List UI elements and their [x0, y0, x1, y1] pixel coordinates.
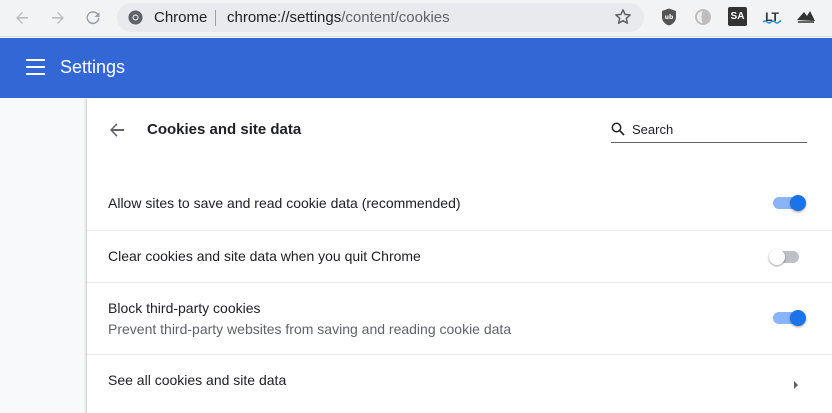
toggle-knob: [790, 310, 806, 326]
browser-toolbar: Chrome chrome://settings/content/cookies…: [0, 0, 832, 37]
header-title: Settings: [60, 57, 126, 77]
omnibox-site-label: Chrome: [154, 9, 208, 26]
chevron-right-icon[interactable]: [792, 377, 800, 395]
clear-on-quit-toggle[interactable]: [769, 249, 803, 265]
setting-row-clear-on-quit[interactable]: Clear cookies and site data when you qui…: [87, 230, 832, 282]
setting-label-see-all-cookies: See all cookies and site data: [108, 372, 287, 388]
search-input[interactable]: [632, 120, 802, 138]
setting-label-block-third-party: Block third-party cookies: [108, 300, 261, 316]
address-bar[interactable]: Chrome chrome://settings/content/cookies: [117, 3, 644, 32]
ublock-icon[interactable]: ub: [659, 7, 679, 27]
shark-extension-icon[interactable]: [796, 7, 816, 27]
omnibox-url: chrome://settings/content/cookies: [227, 9, 450, 26]
toggle-knob: [769, 249, 785, 265]
omnibox-separator: [215, 10, 216, 26]
back-arrow-icon[interactable]: [107, 120, 127, 140]
svg-text:ub: ub: [665, 14, 674, 21]
languagetool-icon[interactable]: LT: [762, 7, 782, 27]
sa-extension-icon[interactable]: SA: [728, 7, 747, 26]
allow-cookies-toggle[interactable]: [773, 195, 807, 211]
setting-label-clear-on-quit: Clear cookies and site data when you qui…: [108, 248, 421, 264]
reload-icon[interactable]: [80, 5, 106, 31]
search-field[interactable]: [611, 120, 807, 143]
setting-sublabel-block-third-party: Prevent third-party websites from saving…: [108, 321, 512, 337]
omnibox-url-path: /content/cookies: [341, 9, 450, 26]
forward-icon[interactable]: [45, 5, 71, 31]
page-title: Cookies and site data: [147, 121, 302, 138]
setting-row-allow-cookies[interactable]: Allow sites to save and read cookie data…: [87, 178, 832, 230]
menu-icon[interactable]: [26, 59, 45, 75]
back-icon[interactable]: [9, 5, 35, 31]
chrome-icon: [128, 10, 143, 30]
setting-row-see-all-cookies[interactable]: See all cookies and site data: [87, 354, 832, 413]
bookmark-star-icon[interactable]: [614, 8, 632, 31]
search-icon: [611, 122, 625, 141]
gray-extension-icon[interactable]: [693, 7, 713, 27]
settings-header: Settings: [0, 38, 832, 98]
setting-row-block-third-party[interactable]: Block third-party cookies Prevent third-…: [87, 282, 832, 354]
setting-label-allow-cookies: Allow sites to save and read cookie data…: [108, 195, 461, 211]
omnibox-url-host: chrome://settings: [227, 9, 342, 26]
block-third-party-toggle[interactable]: [773, 310, 807, 326]
cookies-settings-card: Cookies and site data Allow sites to sav…: [87, 98, 832, 413]
toggle-knob: [790, 195, 806, 211]
